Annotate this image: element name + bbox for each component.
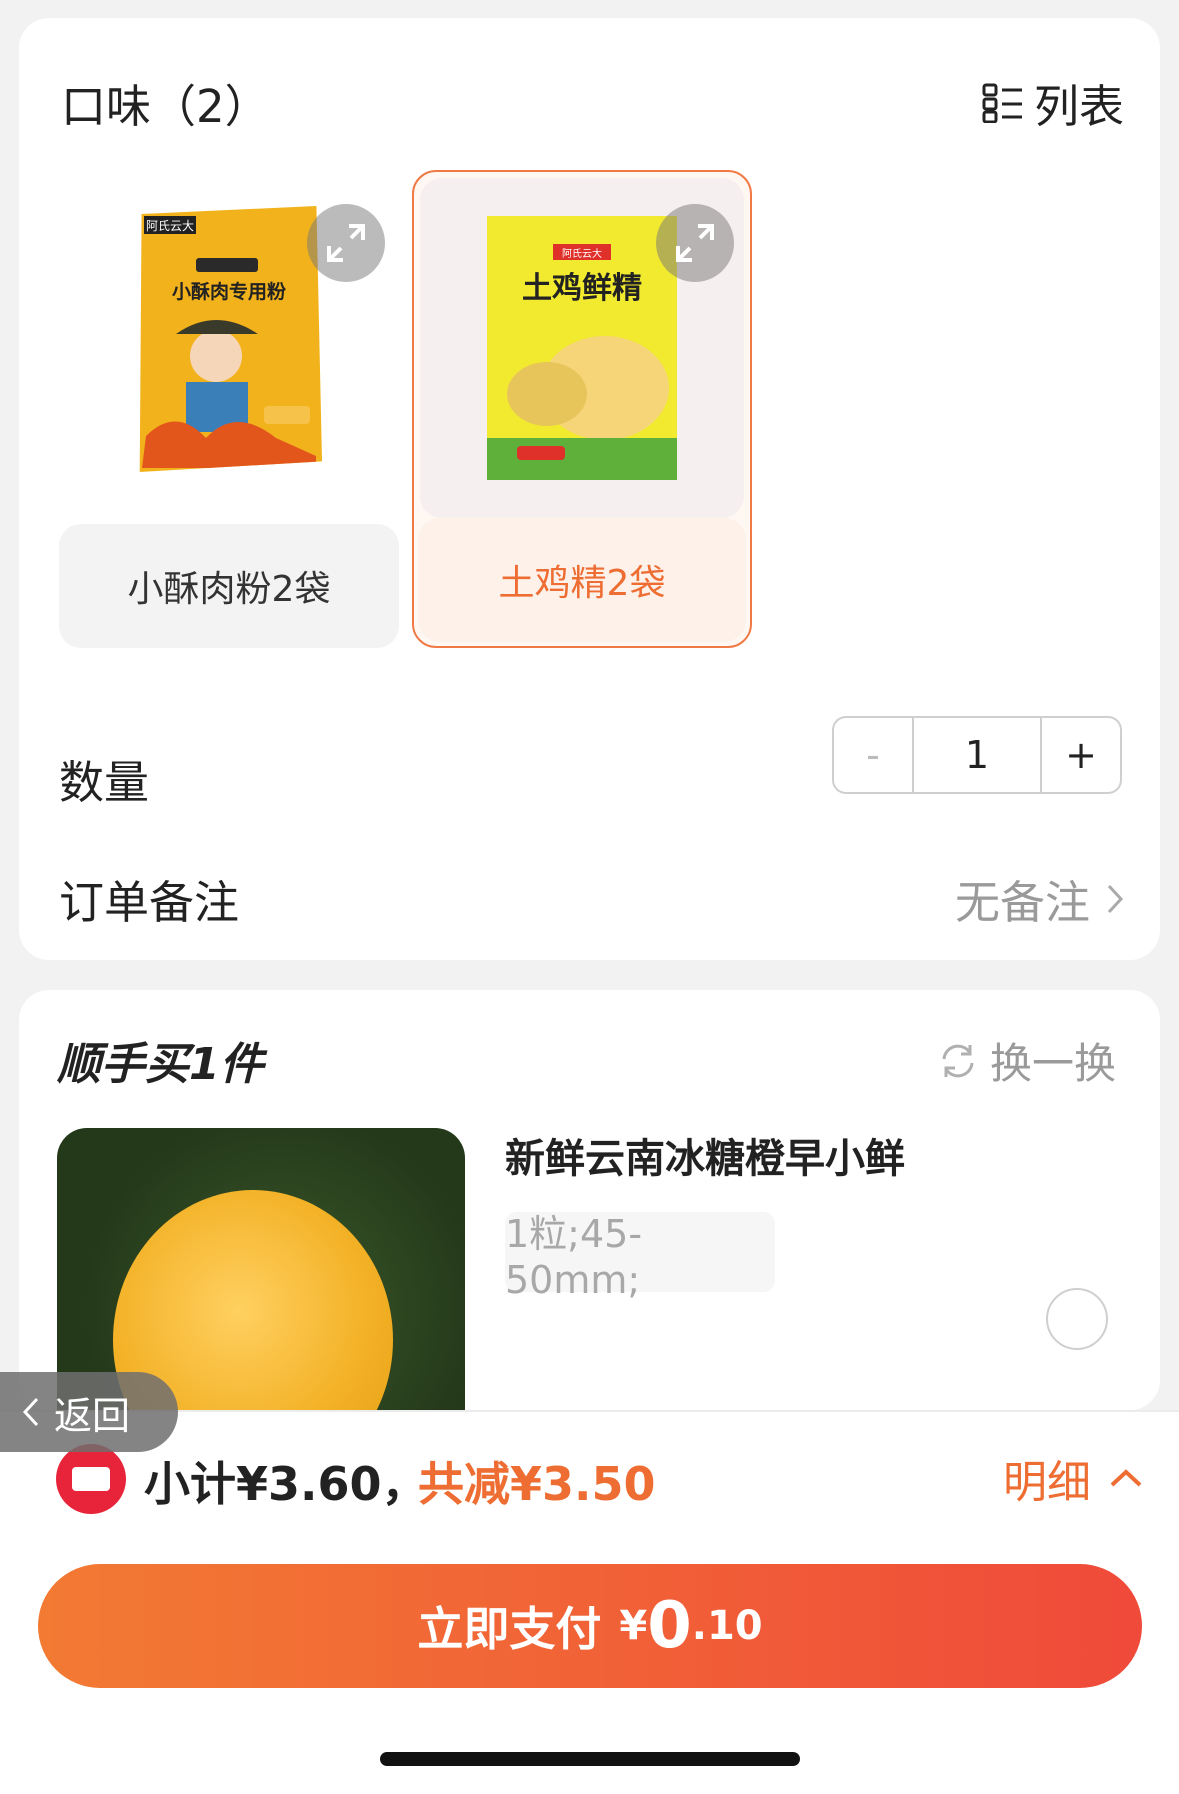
product-package-image: 阿氏云大 小酥肉专用粉 [139,206,322,472]
pay-label: 立即支付 [417,1602,602,1656]
chevron-right-icon [1107,884,1124,913]
increment-button[interactable]: + [1042,718,1120,792]
order-options-card: 口味（2） 列表 阿氏云大 小酥肉专用粉 小酥肉粉2袋 阿氏云大 土鸡鲜精 土鸡… [19,18,1160,960]
product-package-image: 阿氏云大 土鸡鲜精 [487,216,677,480]
swap-label: 换一换 [989,1039,1116,1088]
coupon-icon [56,1444,126,1514]
package-brand: 阿氏云大 [562,247,602,260]
checkout-bar: 小计¥3.60， 共减¥3.50 明细 立即支付 ¥ 0 .10 [0,1410,1179,1794]
pay-currency: ¥ [619,1603,648,1649]
refresh-icon [942,1044,974,1077]
pay-now-button[interactable]: 立即支付 ¥ 0 .10 [38,1564,1142,1688]
expand-icon[interactable] [307,204,385,282]
list-icon [982,83,1022,123]
bundle-title: 顺手买1件 [57,1039,264,1090]
flavor-option-2-selected[interactable]: 阿氏云大 土鸡鲜精 土鸡精2袋 [412,170,752,648]
list-label: 列表 [1033,80,1124,133]
back-label: 返回 [54,1393,131,1438]
option-label: 土鸡精2袋 [418,518,746,642]
product-name[interactable]: 新鲜云南冰糖橙早小鲜 [505,1126,905,1184]
order-note-row[interactable]: 无备注 [955,866,1124,931]
package-text: 小酥肉专用粉 [172,280,286,303]
package-text: 土鸡鲜精 [522,271,642,306]
flavor-option-1[interactable]: 阿氏云大 小酥肉专用粉 小酥肉粉2袋 [59,170,399,648]
swap-button[interactable]: 换一换 [936,1030,1116,1091]
home-indicator [380,1752,800,1766]
expand-icon[interactable] [656,204,734,282]
decrement-button[interactable]: - [834,718,914,792]
detail-button[interactable]: 明细 [1003,1446,1143,1510]
discount-text: 共减¥3.50 [418,1457,656,1511]
pay-amount-int: 0 [647,1589,692,1663]
list-view-toggle[interactable]: 列表 [982,70,1124,135]
chevron-up-icon [1110,1469,1142,1487]
package-brand: 阿氏云大 [146,219,194,233]
detail-label: 明细 [1003,1457,1091,1508]
product-image[interactable] [57,1128,465,1410]
select-radio[interactable] [1046,1288,1108,1350]
quantity-stepper: - 1 + [832,716,1122,794]
option-label: 小酥肉粉2袋 [59,524,399,648]
order-note-label: 订单备注 [59,876,240,929]
product-spec: 1粒;45-50mm; [505,1212,775,1302]
pay-amount-dec: .10 [691,1603,763,1649]
add-on-card: 顺手买1件 换一换 新鲜云南冰糖橙早小鲜 1粒;45-50mm; [19,990,1160,1410]
quantity-label: 数量 [59,756,150,809]
flavor-title: 口味（2） [61,80,270,133]
product-spec-text: 1粒;45-50mm; [505,1211,643,1302]
quantity-value[interactable]: 1 [914,718,1042,792]
back-button[interactable]: 返回 [0,1372,178,1452]
subtotal-text: 小计¥3.60， [144,1457,428,1511]
chevron-left-icon [22,1397,39,1427]
order-note-value: 无备注 [954,876,1090,929]
